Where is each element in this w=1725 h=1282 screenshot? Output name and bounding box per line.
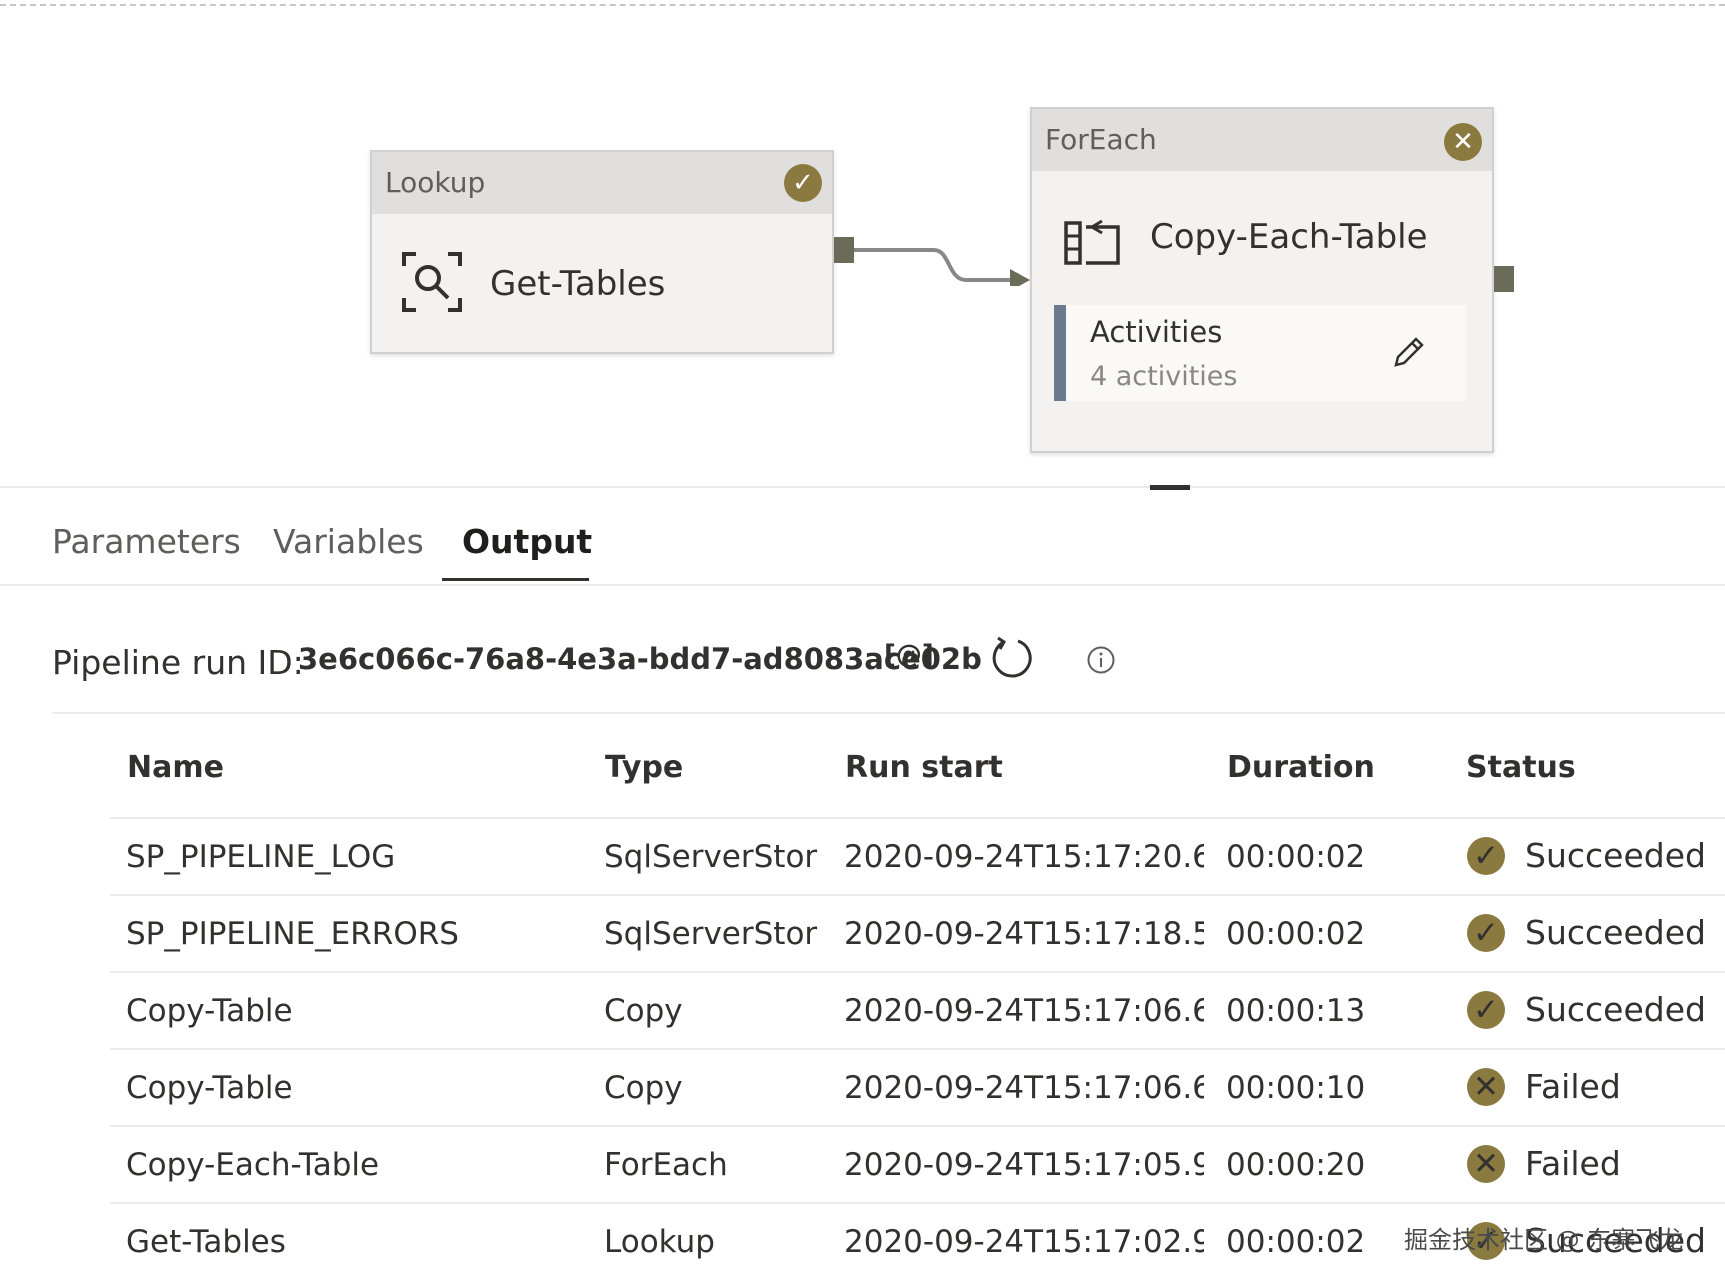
duration: 00:00:02 <box>1226 1224 1366 1260</box>
table-row[interactable]: SP_PIPELINE_LOG SqlServerStore 2020-09-2… <box>110 817 1725 895</box>
activity-type: Copy <box>604 1070 683 1106</box>
activity-name-link[interactable]: Copy-Table <box>126 993 586 1029</box>
tab-parameters[interactable]: Parameters <box>52 522 241 561</box>
duration: 00:00:13 <box>1226 993 1366 1029</box>
activity-name-link[interactable]: SP_PIPELINE_ERRORS <box>126 916 586 952</box>
foreach-icon <box>1064 219 1120 265</box>
succeeded-icon: ✓ <box>1467 914 1505 952</box>
activity-type: SqlServerStore <box>604 839 818 875</box>
duration: 00:00:20 <box>1226 1147 1366 1183</box>
run-start: 2020-09-24T15:17:06.685 <box>844 1070 1204 1106</box>
table-row[interactable]: Copy-Table Copy 2020-09-24T15:17:06.685 … <box>110 971 1725 1049</box>
activity-type: Copy <box>604 993 683 1029</box>
activity-type: ForEach <box>604 1147 728 1183</box>
duration: 00:00:02 <box>1226 839 1366 875</box>
info-icon[interactable] <box>1086 645 1116 675</box>
foreach-output-port[interactable] <box>1494 266 1514 292</box>
activity-type: SqlServerStore <box>604 916 818 952</box>
failed-icon: ✕ <box>1467 1145 1505 1183</box>
duration: 00:00:10 <box>1226 1070 1366 1106</box>
pencil-icon[interactable] <box>1390 335 1426 371</box>
run-id-value: 3e6c066c-76a8-4e3a-bdd7-ad8083ace02b <box>298 642 982 676</box>
status-text: Succeeded <box>1525 990 1706 1029</box>
activities-accent-bar <box>1054 305 1066 401</box>
table-row[interactable]: Copy-Table Copy 2020-09-24T15:17:06.685 … <box>110 1048 1725 1126</box>
duration: 00:00:02 <box>1226 916 1366 952</box>
table-row[interactable]: Copy-Each-Table ForEach 2020-09-24T15:17… <box>110 1125 1725 1203</box>
run-start: 2020-09-24T15:17:02.929 <box>844 1224 1204 1260</box>
foreach-node-header: ForEach <box>1032 109 1492 171</box>
foreach-node-name: Copy-Each-Table <box>1150 217 1428 257</box>
column-header-status[interactable]: Status <box>1466 750 1576 785</box>
tab-variables[interactable]: Variables <box>273 522 424 561</box>
column-header-run-start[interactable]: Run start <box>845 750 1003 785</box>
tab-output[interactable]: Output <box>462 522 592 561</box>
column-header-name[interactable]: Name <box>127 750 224 785</box>
refresh-icon[interactable] <box>990 636 1034 680</box>
failed-icon: ✕ <box>1467 1068 1505 1106</box>
success-connector-arrow[interactable] <box>854 236 1034 286</box>
lookup-node-header: Lookup <box>372 152 832 214</box>
column-header-type[interactable]: Type <box>605 750 683 785</box>
splitter-handle[interactable] <box>1150 485 1190 490</box>
run-start: 2020-09-24T15:17:18.583 <box>844 916 1204 952</box>
lookup-activity-node[interactable]: Lookup ✓ Get-Tables <box>370 150 834 354</box>
lookup-node-name: Get-Tables <box>490 264 666 304</box>
copy-icon[interactable]: [@] <box>884 640 934 670</box>
activity-type: Lookup <box>604 1224 715 1260</box>
succeeded-icon: ✓ <box>1467 837 1505 875</box>
check-icon: ✓ <box>784 164 822 202</box>
pipeline-canvas[interactable]: Lookup ✓ Get-Tables ForEach ✕ Copy-Each-… <box>0 0 1725 488</box>
panel-splitter[interactable] <box>0 486 1725 488</box>
run-start: 2020-09-24T15:17:05.950 <box>844 1147 1204 1183</box>
watermark: 掘金技术社区 @ 东寨飞龙 <box>1404 1226 1684 1254</box>
activity-name-link[interactable]: Copy-Each-Table <box>126 1147 586 1183</box>
activities-count: 4 activities <box>1090 361 1238 392</box>
succeeded-icon: ✓ <box>1467 991 1505 1029</box>
status-text: Failed <box>1525 1144 1621 1183</box>
lookup-output-port[interactable] <box>834 237 854 263</box>
status-text: Failed <box>1525 1067 1621 1106</box>
column-header-duration[interactable]: Duration <box>1227 750 1375 785</box>
foreach-activity-node[interactable]: ForEach ✕ Copy-Each-Table Activities 4 a… <box>1030 107 1494 453</box>
activity-name-link[interactable]: Get-Tables <box>126 1224 586 1260</box>
run-start: 2020-09-24T15:17:06.685 <box>844 993 1204 1029</box>
foreach-activities-box[interactable]: Activities 4 activities <box>1054 305 1466 401</box>
active-tab-indicator <box>442 578 589 581</box>
table-row[interactable]: SP_PIPELINE_ERRORS SqlServerStore 2020-0… <box>110 894 1725 972</box>
search-icon <box>402 252 462 312</box>
x-icon: ✕ <box>1444 123 1482 161</box>
run-id-label: Pipeline run ID: <box>52 643 304 682</box>
activity-name-link[interactable]: SP_PIPELINE_LOG <box>126 839 586 875</box>
run-start: 2020-09-24T15:17:20.655 <box>844 839 1204 875</box>
activity-name-link[interactable]: Copy-Table <box>126 1070 586 1106</box>
activities-label: Activities <box>1090 315 1223 349</box>
status-text: Succeeded <box>1525 913 1706 952</box>
tabs-divider <box>0 584 1725 586</box>
run-id-divider <box>52 712 1725 714</box>
status-text: Succeeded <box>1525 836 1706 875</box>
